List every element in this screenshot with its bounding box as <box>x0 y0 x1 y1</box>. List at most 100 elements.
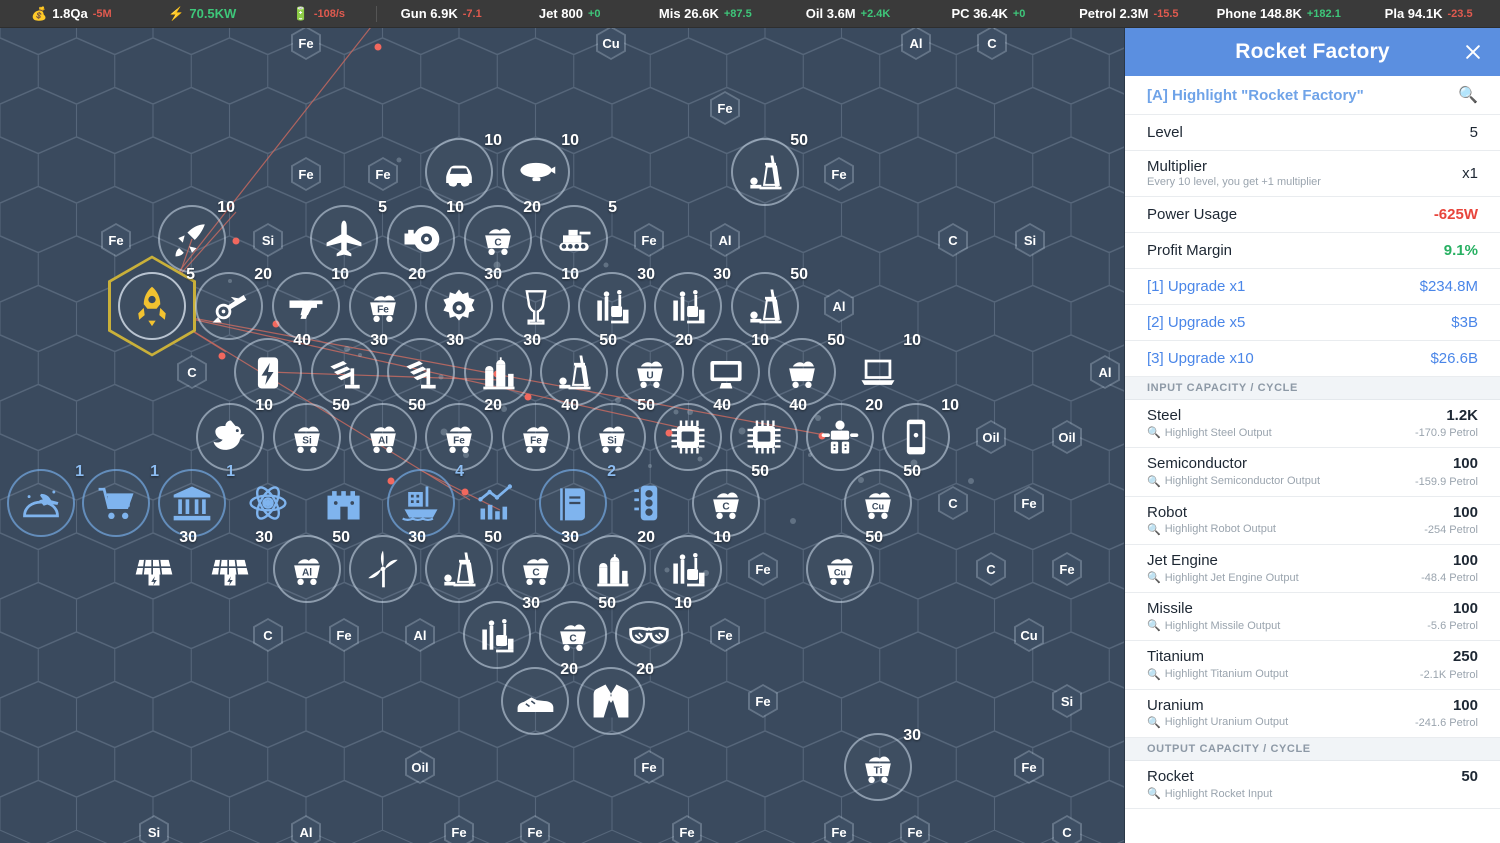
jet-engine-factory-node[interactable]: 10 <box>385 203 457 275</box>
wind-farm-node[interactable]: 30 <box>347 533 419 605</box>
svg-text:C: C <box>722 501 729 512</box>
node-level-count: 50 <box>751 463 769 481</box>
aluminium-mine-node-b[interactable]: Al50 <box>271 533 343 605</box>
input-capacity-section-header: INPUT CAPACITY / CYCLE <box>1125 377 1500 400</box>
output-row-rocket[interactable]: Rocket🔍Highlight Rocket Input50 <box>1125 761 1500 809</box>
highlight-link[interactable]: 🔍Highlight Uranium Output <box>1147 716 1288 729</box>
panel-header: Rocket Factory <box>1125 28 1500 76</box>
highlight-text: Highlight Missile Output <box>1165 620 1281 632</box>
car-factory-node[interactable]: 10 <box>423 136 495 208</box>
resource-tile-label: Fe <box>293 28 319 58</box>
resource-tile-label: Al <box>1092 357 1118 387</box>
oil-derrick-node-b[interactable]: 50 <box>729 136 801 208</box>
missile-factory-node[interactable]: 10 <box>156 203 228 275</box>
suit-factory-node[interactable]: 20 <box>575 665 647 737</box>
input-name: Semiconductor <box>1147 455 1320 472</box>
stat-sublabel: Every 10 level, you get +1 multiplier <box>1147 176 1321 188</box>
magnifier-icon[interactable]: 🔍 <box>1458 85 1478 105</box>
jet-engine-icon <box>399 217 443 261</box>
traffic-icon <box>627 481 671 525</box>
resource-tile-label: Fe <box>750 686 776 716</box>
highlight-link[interactable]: 🔍Highlight Jet Engine Output <box>1147 571 1299 584</box>
input-row-titanium[interactable]: Titanium🔍Highlight Titanium Output250-2.… <box>1125 641 1500 689</box>
highlight-link[interactable]: 🔍Highlight Rocket Input <box>1147 787 1272 800</box>
resource-delta: +0 <box>588 8 601 20</box>
highlight-link[interactable]: 🔍Highlight Steel Output <box>1147 426 1272 439</box>
resource-tile-label: Fe <box>331 620 357 650</box>
resource-gun-6-9k: Gun 6.9K-7.1 <box>377 0 505 28</box>
oil-derrick-node-d[interactable]: 50 <box>423 533 495 605</box>
stat-left: Level <box>1147 124 1183 141</box>
derrick-icon <box>743 284 787 328</box>
stat-label: Multiplier <box>1147 158 1321 175</box>
resource-delta: +87.5 <box>724 8 752 20</box>
chip-icon <box>742 415 786 459</box>
resource-tile-label: Fe <box>103 225 129 255</box>
resource-tile-label: Al <box>407 620 433 650</box>
solar-farm-node-b[interactable]: 30 <box>194 533 266 605</box>
wind-icon <box>361 547 405 591</box>
resource-amount: 1.8Qa <box>52 6 87 21</box>
coal-mine-node-a[interactable]: C20 <box>462 203 534 275</box>
input-row-semiconductor[interactable]: Semiconductor 🔍Highlight Semiconductor Ou… <box>1125 448 1500 496</box>
input-row-jet-engine[interactable]: Jet Engine🔍Highlight Jet Engine Output10… <box>1125 545 1500 593</box>
semiconductor-factory-node-a[interactable]: 40 <box>652 401 724 473</box>
solar-farm-node-a[interactable]: 30 <box>118 533 190 605</box>
input-cost: -5.6 Petrol <box>1427 620 1478 632</box>
upgrade-button-3[interactable]: [3] Upgrade x10$26.6B <box>1125 341 1500 377</box>
cap-right: 100-241.6 Petrol <box>1415 697 1478 729</box>
input-row-uranium[interactable]: Uranium🔍Highlight Uranium Output100-241.… <box>1125 690 1500 738</box>
shoe-factory-node[interactable]: 20 <box>499 665 571 737</box>
stat-row-level: Level5 <box>1125 115 1500 151</box>
blimp-factory-node[interactable]: 10 <box>500 136 572 208</box>
cap-right: 100-254 Petrol <box>1424 504 1478 536</box>
robot-factory-node[interactable]: 20 <box>804 401 876 473</box>
highlight-link[interactable]: 🔍Highlight Semiconductor Output <box>1147 475 1320 488</box>
resource-delta: +0 <box>1013 8 1026 20</box>
copper-mine-node-b[interactable]: Cu50 <box>804 533 876 605</box>
hex-map[interactable]: FeCuAlCFeFeFeFeFeSiFeAlCSiAlCAlOilOilCFe… <box>0 28 1124 843</box>
resource-tile-label: Fe <box>1016 488 1042 518</box>
highlight-link[interactable]: 🔍Highlight Robot Output <box>1147 523 1276 536</box>
titanium-mine-node[interactable]: Ti30 <box>842 731 914 803</box>
steel-icon <box>399 350 443 394</box>
magnifier-icon: 🔍 <box>1147 619 1161 632</box>
resource-tile-label: Si <box>255 225 281 255</box>
highlight-building-row[interactable]: [A] Highlight "Rocket Factory"🔍 <box>1125 76 1500 115</box>
node-level-count: 10 <box>561 132 579 150</box>
airport-node[interactable]: 1 <box>5 467 77 539</box>
cart-plain-icon <box>780 350 824 394</box>
aluminium-mine-node-a[interactable]: Al50 <box>347 401 419 473</box>
lightning-icon: ⚡ <box>168 7 184 20</box>
resource-delta: -15.5 <box>1153 8 1178 20</box>
upgrade-button-2[interactable]: [2] Upgrade x5$3B <box>1125 305 1500 341</box>
cap-left: Rocket🔍Highlight Rocket Input <box>1147 768 1272 800</box>
supply-flow-dot <box>233 238 240 245</box>
building-detail-panel: Rocket Factory [A] Highlight "Rocket Fac… <box>1124 28 1500 843</box>
resource-pla-94-1k: Pla 94.1K-23.5 <box>1357 0 1500 28</box>
upgrade-button-1[interactable]: [1] Upgrade x1$234.8M <box>1125 269 1500 305</box>
resource-tile-label: Fe <box>1016 752 1042 782</box>
input-row-robot[interactable]: Robot🔍Highlight Robot Output100-254 Petr… <box>1125 497 1500 545</box>
input-row-steel[interactable]: Steel🔍Highlight Steel Output1.2K-170.9 P… <box>1125 400 1500 448</box>
tank-factory-node[interactable]: 5 <box>538 203 610 275</box>
battery-icon <box>246 350 290 394</box>
refinery-node-d[interactable]: 30 <box>461 599 533 671</box>
artillery-factory-node[interactable]: 20 <box>193 270 265 342</box>
svg-text:Fe: Fe <box>453 435 465 446</box>
rocket-factory-node[interactable]: 5 <box>116 270 188 342</box>
cap-right: 100-159.9 Petrol <box>1415 455 1478 487</box>
highlight-link[interactable]: 🔍 Highlight Missile Output <box>1147 619 1280 632</box>
market-node[interactable]: 1 <box>80 467 152 539</box>
node-level-count: 30 <box>903 727 921 745</box>
plane-factory-node[interactable]: 5 <box>308 203 380 275</box>
bank-icon <box>170 481 214 525</box>
close-icon[interactable] <box>1460 39 1486 65</box>
input-row-missile[interactable]: Missile🔍Highlight Missile Output100-5.6 … <box>1125 593 1500 641</box>
glasses-icon <box>627 613 671 657</box>
iron-mine-node-c[interactable]: Fe40 <box>500 401 572 473</box>
silicon-mine-node-a[interactable]: Si50 <box>271 401 343 473</box>
highlight-link[interactable]: 🔍Highlight Titanium Output <box>1147 668 1288 681</box>
resource-tile-label: Oil <box>407 752 433 782</box>
airport-icon <box>19 481 63 525</box>
